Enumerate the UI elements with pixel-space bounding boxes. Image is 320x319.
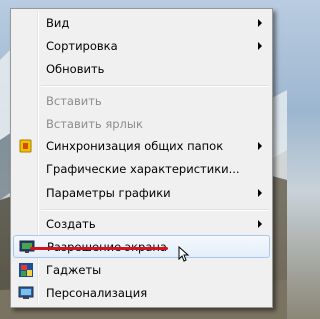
mouse-pointer-icon	[176, 240, 192, 264]
submenu-arrow-icon	[258, 142, 262, 150]
annotation-underline	[30, 247, 168, 250]
submenu-arrow-icon	[258, 189, 262, 197]
menu-item-label: Персонализация	[46, 286, 148, 300]
menu-item-label: Сортировка	[46, 39, 118, 53]
menu-item-personalization[interactable]: Персонализация	[13, 282, 270, 304]
menu-item-label: Вставить ярлык	[46, 117, 143, 131]
menu-item-paste-shortcut: Вставить ярлык	[13, 113, 270, 135]
menu-item-label: Создать	[46, 217, 96, 231]
gadgets-icon	[18, 262, 34, 278]
menu-item-new[interactable]: Создать	[13, 213, 270, 235]
menu-item-label: Вид	[46, 16, 70, 30]
menu-item-label: Синхронизация общих папок	[46, 139, 224, 153]
menu-item-graphics-properties[interactable]: Графические характеристики...	[13, 158, 270, 180]
menu-item-paste: Вставить	[13, 90, 270, 112]
menu-item-gadgets[interactable]: Гаджеты	[13, 259, 270, 281]
submenu-arrow-icon	[258, 220, 262, 228]
menu-item-sync-shared-folders[interactable]: Синхронизация общих папок	[13, 135, 270, 157]
menu-item-label: Графические характеристики...	[46, 162, 240, 176]
submenu-arrow-icon	[258, 42, 262, 50]
menu-separator	[41, 209, 269, 211]
menu-item-label: Вставить	[46, 94, 102, 108]
submenu-arrow-icon	[258, 19, 262, 27]
desktop-context-menu: Вид Сортировка Обновить Вставить Вставит…	[10, 8, 273, 308]
menu-item-label: Гаджеты	[46, 263, 102, 277]
menu-item-graphics-options[interactable]: Параметры графики	[13, 182, 270, 204]
sync-folder-icon	[18, 138, 34, 154]
menu-item-label: Параметры графики	[46, 186, 171, 200]
menu-item-refresh[interactable]: Обновить	[13, 58, 270, 80]
menu-item-view[interactable]: Вид	[13, 12, 270, 34]
menu-separator	[41, 85, 269, 87]
menu-item-label: Обновить	[46, 62, 105, 76]
menu-item-sort[interactable]: Сортировка	[13, 35, 270, 57]
personalization-icon	[18, 285, 34, 301]
